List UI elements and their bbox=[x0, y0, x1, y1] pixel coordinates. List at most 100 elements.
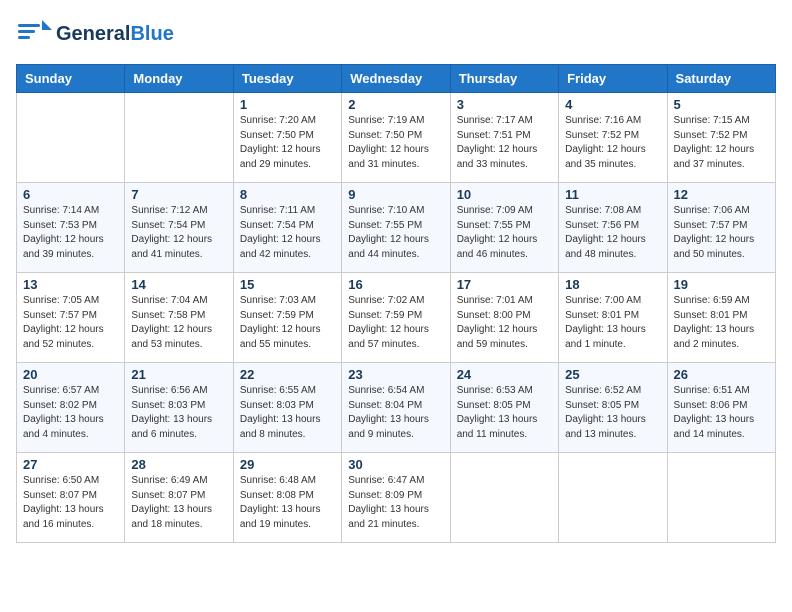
day-info: Sunrise: 7:05 AM Sunset: 7:57 PM Dayligh… bbox=[23, 294, 118, 352]
day-number: 23 bbox=[348, 367, 443, 382]
day-number: 29 bbox=[240, 457, 335, 472]
day-number: 21 bbox=[131, 367, 226, 382]
day-number: 15 bbox=[240, 277, 335, 292]
calendar-header-row: SundayMondayTuesdayWednesdayThursdayFrid… bbox=[17, 65, 776, 93]
calendar-cell: 7 Sunrise: 7:12 AM Sunset: 7:54 PM Daylig… bbox=[125, 183, 233, 273]
calendar-cell: 20Sunrise: 6:57 AM Sunset: 8:02 PM Dayli… bbox=[17, 363, 125, 453]
page-header: GeneralBlue bbox=[16, 16, 776, 52]
day-info: Sunrise: 7:20 AM Sunset: 7:50 PM Dayligh… bbox=[240, 114, 335, 172]
day-number: 2 bbox=[348, 97, 443, 112]
header-saturday: Saturday bbox=[667, 65, 775, 93]
calendar-cell: 5 Sunrise: 7:15 AM Sunset: 7:52 PM Daylig… bbox=[667, 93, 775, 183]
logo-general-text: General bbox=[56, 23, 130, 46]
day-info: Sunrise: 6:48 AM Sunset: 8:08 PM Dayligh… bbox=[240, 474, 335, 532]
calendar-cell bbox=[667, 453, 775, 543]
header-wednesday: Wednesday bbox=[342, 65, 450, 93]
day-info: Sunrise: 7:04 AM Sunset: 7:58 PM Dayligh… bbox=[131, 294, 226, 352]
calendar-week-row: 27Sunrise: 6:50 AM Sunset: 8:07 PM Dayli… bbox=[17, 453, 776, 543]
day-info: Sunrise: 7:17 AM Sunset: 7:51 PM Dayligh… bbox=[457, 114, 552, 172]
day-number: 14 bbox=[131, 277, 226, 292]
day-number: 6 bbox=[23, 187, 118, 202]
day-number: 18 bbox=[565, 277, 660, 292]
day-info: Sunrise: 6:55 AM Sunset: 8:03 PM Dayligh… bbox=[240, 384, 335, 442]
day-number: 16 bbox=[348, 277, 443, 292]
calendar-cell: 15 Sunrise: 7:03 AM Sunset: 7:59 PM Dayli… bbox=[233, 273, 341, 363]
day-number: 26 bbox=[674, 367, 769, 382]
logo-icon bbox=[16, 16, 52, 52]
day-info: Sunrise: 7:11 AM Sunset: 7:54 PM Dayligh… bbox=[240, 204, 335, 262]
day-info: Sunrise: 7:06 AM Sunset: 7:57 PM Dayligh… bbox=[674, 204, 769, 262]
calendar-cell: 22 Sunrise: 6:55 AM Sunset: 8:03 PM Dayli… bbox=[233, 363, 341, 453]
calendar-cell: 4 Sunrise: 7:16 AM Sunset: 7:52 PM Daylig… bbox=[559, 93, 667, 183]
calendar-cell bbox=[450, 453, 558, 543]
calendar-cell: 1 Sunrise: 7:20 AM Sunset: 7:50 PM Daylig… bbox=[233, 93, 341, 183]
header-friday: Friday bbox=[559, 65, 667, 93]
logo-blue-text: Blue bbox=[130, 23, 173, 46]
day-info: Sunrise: 7:00 AM Sunset: 8:01 PM Dayligh… bbox=[565, 294, 660, 352]
calendar-cell: 11 Sunrise: 7:08 AM Sunset: 7:56 PM Dayli… bbox=[559, 183, 667, 273]
day-info: Sunrise: 7:03 AM Sunset: 7:59 PM Dayligh… bbox=[240, 294, 335, 352]
day-number: 10 bbox=[457, 187, 552, 202]
day-number: 4 bbox=[565, 97, 660, 112]
calendar-cell bbox=[17, 93, 125, 183]
day-number: 28 bbox=[131, 457, 226, 472]
day-info: Sunrise: 7:19 AM Sunset: 7:50 PM Dayligh… bbox=[348, 114, 443, 172]
day-info: Sunrise: 6:49 AM Sunset: 8:07 PM Dayligh… bbox=[131, 474, 226, 532]
day-number: 9 bbox=[348, 187, 443, 202]
day-info: Sunrise: 6:53 AM Sunset: 8:05 PM Dayligh… bbox=[457, 384, 552, 442]
calendar-cell: 25Sunrise: 6:52 AM Sunset: 8:05 PM Dayli… bbox=[559, 363, 667, 453]
calendar-cell: 14 Sunrise: 7:04 AM Sunset: 7:58 PM Dayli… bbox=[125, 273, 233, 363]
calendar-week-row: 20Sunrise: 6:57 AM Sunset: 8:02 PM Dayli… bbox=[17, 363, 776, 453]
calendar-table: SundayMondayTuesdayWednesdayThursdayFrid… bbox=[16, 64, 776, 543]
calendar-week-row: 6 Sunrise: 7:14 AM Sunset: 7:53 PM Daylig… bbox=[17, 183, 776, 273]
header-sunday: Sunday bbox=[17, 65, 125, 93]
day-info: Sunrise: 6:59 AM Sunset: 8:01 PM Dayligh… bbox=[674, 294, 769, 352]
day-info: Sunrise: 7:10 AM Sunset: 7:55 PM Dayligh… bbox=[348, 204, 443, 262]
calendar-cell: 12 Sunrise: 7:06 AM Sunset: 7:57 PM Dayli… bbox=[667, 183, 775, 273]
day-number: 25 bbox=[565, 367, 660, 382]
day-number: 12 bbox=[674, 187, 769, 202]
calendar-cell: 26Sunrise: 6:51 AM Sunset: 8:06 PM Dayli… bbox=[667, 363, 775, 453]
day-info: Sunrise: 7:12 AM Sunset: 7:54 PM Dayligh… bbox=[131, 204, 226, 262]
day-info: Sunrise: 6:54 AM Sunset: 8:04 PM Dayligh… bbox=[348, 384, 443, 442]
day-number: 11 bbox=[565, 187, 660, 202]
calendar-cell: 19Sunrise: 6:59 AM Sunset: 8:01 PM Dayli… bbox=[667, 273, 775, 363]
day-number: 30 bbox=[348, 457, 443, 472]
day-number: 1 bbox=[240, 97, 335, 112]
calendar-cell bbox=[125, 93, 233, 183]
calendar-cell: 28 Sunrise: 6:49 AM Sunset: 8:07 PM Dayli… bbox=[125, 453, 233, 543]
calendar-cell: 16 Sunrise: 7:02 AM Sunset: 7:59 PM Dayli… bbox=[342, 273, 450, 363]
calendar-cell: 13 Sunrise: 7:05 AM Sunset: 7:57 PM Dayli… bbox=[17, 273, 125, 363]
day-number: 5 bbox=[674, 97, 769, 112]
day-info: Sunrise: 6:57 AM Sunset: 8:02 PM Dayligh… bbox=[23, 384, 118, 442]
calendar-cell: 18 Sunrise: 7:00 AM Sunset: 8:01 PM Dayli… bbox=[559, 273, 667, 363]
day-number: 3 bbox=[457, 97, 552, 112]
day-info: Sunrise: 6:56 AM Sunset: 8:03 PM Dayligh… bbox=[131, 384, 226, 442]
calendar-cell: 17Sunrise: 7:01 AM Sunset: 8:00 PM Dayli… bbox=[450, 273, 558, 363]
day-info: Sunrise: 6:50 AM Sunset: 8:07 PM Dayligh… bbox=[23, 474, 118, 532]
calendar-cell bbox=[559, 453, 667, 543]
header-tuesday: Tuesday bbox=[233, 65, 341, 93]
calendar-cell: 10 Sunrise: 7:09 AM Sunset: 7:55 PM Dayli… bbox=[450, 183, 558, 273]
calendar-cell: 29 Sunrise: 6:48 AM Sunset: 8:08 PM Dayli… bbox=[233, 453, 341, 543]
day-info: Sunrise: 7:15 AM Sunset: 7:52 PM Dayligh… bbox=[674, 114, 769, 172]
day-info: Sunrise: 7:09 AM Sunset: 7:55 PM Dayligh… bbox=[457, 204, 552, 262]
header-thursday: Thursday bbox=[450, 65, 558, 93]
day-number: 13 bbox=[23, 277, 118, 292]
calendar-cell: 23 Sunrise: 6:54 AM Sunset: 8:04 PM Dayli… bbox=[342, 363, 450, 453]
calendar-week-row: 1 Sunrise: 7:20 AM Sunset: 7:50 PM Daylig… bbox=[17, 93, 776, 183]
day-number: 8 bbox=[240, 187, 335, 202]
day-number: 24 bbox=[457, 367, 552, 382]
day-info: Sunrise: 7:16 AM Sunset: 7:52 PM Dayligh… bbox=[565, 114, 660, 172]
day-number: 22 bbox=[240, 367, 335, 382]
day-info: Sunrise: 7:14 AM Sunset: 7:53 PM Dayligh… bbox=[23, 204, 118, 262]
day-info: Sunrise: 7:02 AM Sunset: 7:59 PM Dayligh… bbox=[348, 294, 443, 352]
calendar-week-row: 13 Sunrise: 7:05 AM Sunset: 7:57 PM Dayli… bbox=[17, 273, 776, 363]
day-number: 7 bbox=[131, 187, 226, 202]
day-number: 17 bbox=[457, 277, 552, 292]
calendar-cell: 6 Sunrise: 7:14 AM Sunset: 7:53 PM Daylig… bbox=[17, 183, 125, 273]
calendar-cell: 8 Sunrise: 7:11 AM Sunset: 7:54 PM Daylig… bbox=[233, 183, 341, 273]
day-info: Sunrise: 7:08 AM Sunset: 7:56 PM Dayligh… bbox=[565, 204, 660, 262]
calendar-cell: 3 Sunrise: 7:17 AM Sunset: 7:51 PM Daylig… bbox=[450, 93, 558, 183]
calendar-cell: 21 Sunrise: 6:56 AM Sunset: 8:03 PM Dayli… bbox=[125, 363, 233, 453]
